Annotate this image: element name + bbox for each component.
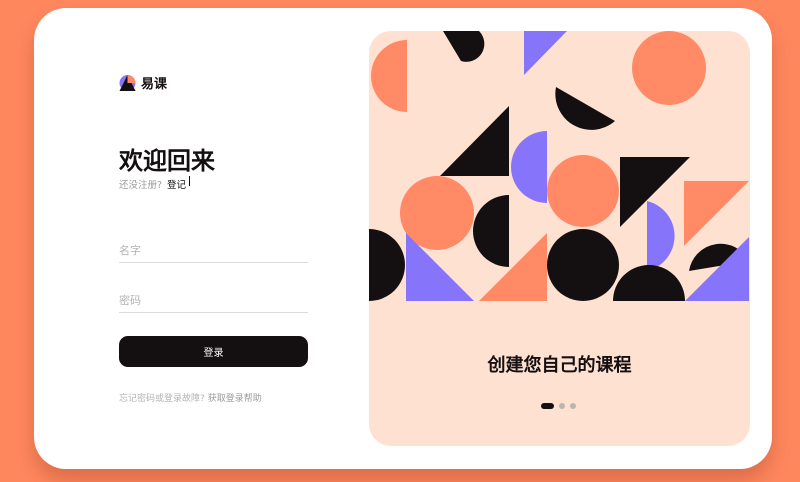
signup-row: 还没注册? 登记	[119, 176, 191, 191]
password-input[interactable]	[119, 288, 308, 313]
login-help-row: 忘记密码或登录故障? 获取登录帮助	[119, 391, 262, 404]
login-help-link[interactable]: 获取登录帮助	[208, 394, 262, 404]
signup-prompt: 还没注册?	[119, 180, 163, 191]
text-cursor-icon	[189, 176, 191, 186]
login-button[interactable]: 登录	[119, 336, 308, 367]
name-input[interactable]	[119, 238, 308, 263]
brand-logo-icon	[119, 74, 136, 91]
promo-panel: 创建您自己的课程	[369, 31, 750, 446]
brand-name: 易课	[141, 77, 168, 92]
carousel-dot-active[interactable]	[541, 403, 554, 409]
carousel-indicator	[541, 403, 576, 409]
geometric-illustration	[369, 31, 749, 301]
help-prompt: 忘记密码或登录故障?	[119, 394, 205, 404]
carousel-dot[interactable]	[570, 403, 576, 409]
promo-caption: 创建您自己的课程	[487, 355, 632, 376]
brand-logo[interactable]: 易课	[119, 73, 167, 92]
carousel-dot[interactable]	[559, 403, 565, 409]
signup-link[interactable]: 登记	[167, 177, 186, 191]
page-title: 欢迎回来	[119, 147, 215, 175]
